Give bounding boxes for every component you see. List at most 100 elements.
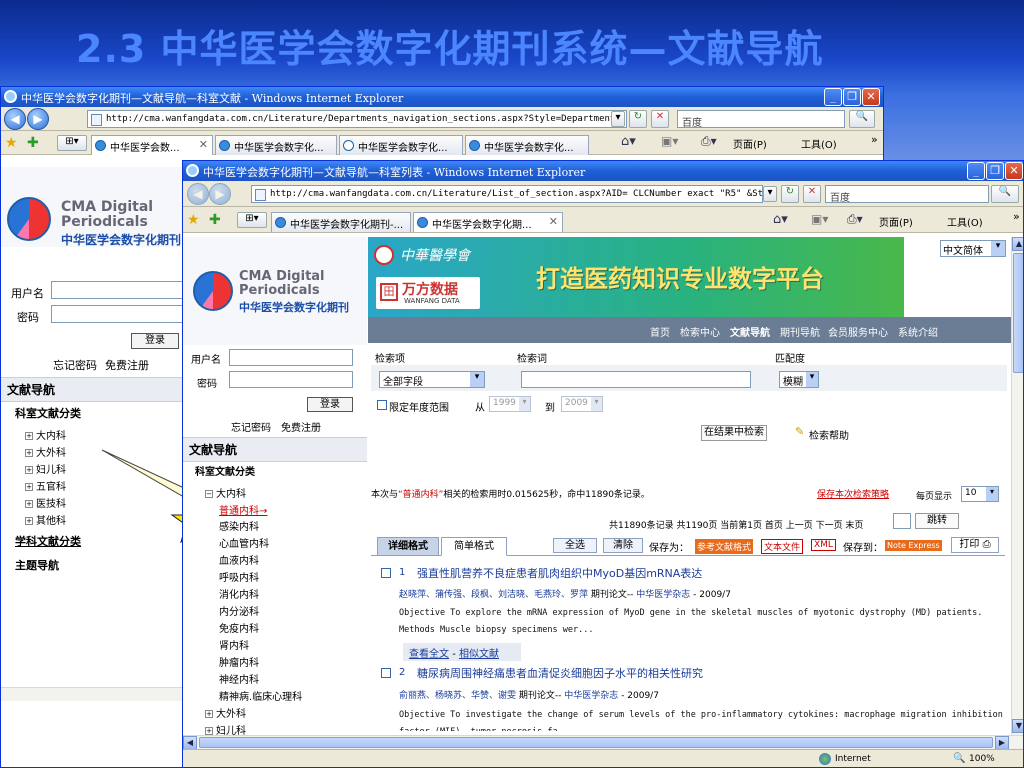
username-input[interactable] [229, 349, 353, 366]
scroll-thumb[interactable] [199, 737, 993, 748]
address-dropdown-button[interactable]: ▾ [611, 111, 625, 127]
close-button[interactable]: ✕ [1005, 162, 1023, 180]
tools-menu[interactable]: 工具(O) [801, 136, 837, 151]
nav-search-center[interactable]: 检索中心 [680, 324, 720, 339]
back-search-box[interactable]: 百度 [677, 110, 845, 129]
tools-menu[interactable]: 工具(O) [947, 214, 983, 229]
tree-item[interactable]: 肿瘤内科 [219, 654, 259, 669]
feeds-icon[interactable]: ▣▾ [811, 212, 828, 226]
front-tab-2[interactable]: 中华医学会数字化期... ✕ [413, 212, 563, 232]
tree-item[interactable]: 心血管内科 [219, 535, 269, 550]
print-button[interactable]: 打印 ⎙ [951, 537, 999, 553]
year-to-select[interactable]: 2009 ▾ [561, 396, 603, 412]
subject-heading[interactable]: 学科文献分类 [15, 533, 81, 549]
tab-list-icon[interactable]: ⊞▾ [237, 212, 267, 228]
tree-item[interactable]: 免疫内科 [219, 620, 259, 635]
tab-simple-format[interactable]: 简单格式 [441, 537, 507, 556]
scroll-left-icon[interactable]: ◀ [183, 736, 197, 750]
tab-list-icon[interactable]: ⊞▾ [57, 135, 87, 151]
dept-heading[interactable]: 科室文献分类 [15, 405, 81, 421]
tree-item[interactable]: 感染内科 [219, 518, 259, 533]
feeds-icon[interactable]: ▣▾ [661, 134, 678, 148]
front-search-box[interactable]: 百度 [825, 185, 989, 204]
maximize-button[interactable]: ❐ [843, 88, 861, 106]
favorites-star-icon[interactable]: ★ [5, 135, 18, 151]
save-strategy-link[interactable]: 保存本次检索策略 [817, 487, 889, 500]
result-title-link[interactable]: 糖尿病周围神经痛患者血清促炎细胞因子水平的相关性研究 [417, 665, 703, 681]
note-express-button[interactable]: Note Express [885, 540, 942, 551]
back-tree-item[interactable]: + 大外科 [25, 444, 66, 459]
back-tab-1[interactable]: 中华医学会数... ✕ [91, 135, 213, 155]
language-select[interactable]: 中文简体 ▾ [940, 240, 1006, 257]
back-window-titlebar[interactable]: 中华医学会数字化期刊—文献导航—科室文献 - Windows Internet … [1, 87, 883, 107]
tree-item[interactable]: 内分泌科 [219, 603, 259, 618]
stop-icon[interactable]: ✕ [651, 110, 669, 128]
back-tree-item[interactable]: + 大内科 [25, 427, 66, 442]
save-ref-format-button[interactable]: 参考文献格式 [695, 539, 754, 554]
scroll-thumb[interactable] [1013, 253, 1023, 373]
page-jump-input[interactable] [893, 513, 911, 529]
search-icon[interactable]: 🔍 [991, 185, 1019, 203]
tree-item[interactable]: 血液内科 [219, 552, 259, 567]
pager[interactable]: 共11890条记录 共1190页 当前第1页 首页 上一页 下一页 末页 [609, 518, 863, 531]
year-range-checkbox[interactable] [377, 400, 387, 410]
back-horizontal-scrollbar[interactable] [1, 687, 185, 701]
tab-detail-format[interactable]: 详细格式 [377, 537, 439, 556]
forgot-password-link[interactable]: 忘记密码 [231, 419, 271, 434]
result-title-link[interactable]: 强直性肌营养不良症患者肌肉组织中MyoD基因mRNA表达 [417, 565, 702, 581]
forgot-password-link[interactable]: 忘记密码 [53, 357, 97, 373]
front-tree-root[interactable]: − 大内科 [205, 485, 246, 500]
horizontal-scrollbar[interactable]: ◀ ▶ [183, 735, 1023, 750]
tree-item[interactable]: 呼吸内科 [219, 569, 259, 584]
stop-icon[interactable]: ✕ [803, 185, 821, 203]
back-tab-3[interactable]: 中华医学会数字化... [339, 135, 463, 155]
nav-journals[interactable]: 期刊导航 [780, 324, 820, 339]
nav-literature[interactable]: 文献导航 [730, 324, 770, 339]
match-select[interactable]: 模糊 ▾ [779, 371, 819, 388]
dept-heading[interactable]: 科室文献分类 [195, 463, 255, 478]
scroll-right-icon[interactable]: ▶ [995, 736, 1009, 750]
page-menu[interactable]: 页面(P) [879, 214, 913, 229]
result-checkbox[interactable] [381, 668, 391, 678]
clear-button[interactable]: 清除 [603, 538, 643, 553]
username-input[interactable] [51, 281, 185, 299]
back-tree-item[interactable]: + 五官科 [25, 478, 66, 493]
field-select[interactable]: 全部字段 ▾ [379, 371, 485, 388]
select-all-button[interactable]: 全选 [553, 538, 597, 553]
save-text-file-button[interactable]: 文本文件 [761, 539, 804, 554]
help-icon[interactable]: ✎ [795, 425, 804, 438]
year-from-select[interactable]: 1999 ▾ [489, 396, 531, 412]
save-xml-button[interactable]: XML [811, 539, 836, 551]
home-icon[interactable]: ⌂▾ [773, 212, 788, 227]
back-arrow-icon[interactable]: ◀ [187, 183, 209, 205]
back-tree-item[interactable]: + 医技科 [25, 495, 66, 510]
login-button[interactable]: 登录 [307, 397, 353, 412]
tree-item[interactable]: 精神病.临床心理科 [219, 688, 302, 703]
nav-about[interactable]: 系统介绍 [898, 324, 938, 339]
similar-docs-link[interactable]: 相似文献 [459, 649, 499, 660]
back-tree-item[interactable]: + 其他科 [25, 512, 66, 527]
favorites-star-icon[interactable]: ★ [187, 212, 200, 228]
maximize-button[interactable]: ❐ [986, 162, 1004, 180]
print-icon[interactable]: ⎙▾ [847, 212, 863, 227]
print-icon[interactable]: ⎙▾ [701, 134, 717, 149]
add-favorites-icon[interactable]: ✚ [209, 212, 221, 228]
nav-home[interactable]: 首页 [650, 324, 670, 339]
register-link[interactable]: 免费注册 [281, 419, 321, 434]
search-icon[interactable]: 🔍 [849, 110, 875, 128]
back-tab-4[interactable]: 中华医学会数字化... [465, 135, 589, 155]
jump-button[interactable]: 跳转 [915, 513, 959, 529]
tree-item-selected[interactable]: 普通内科→ [219, 502, 267, 517]
vertical-scrollbar[interactable]: ▲ ▼ [1011, 237, 1023, 735]
back-address-bar[interactable]: http://cma.wanfangdata.com.cn/Literature… [87, 110, 627, 128]
forward-arrow-icon[interactable]: ▶ [209, 183, 231, 205]
forward-arrow-icon[interactable]: ▶ [27, 108, 49, 130]
password-input[interactable] [229, 371, 353, 388]
more-chevron-icon[interactable]: » [871, 133, 878, 146]
tree-item[interactable]: 消化内科 [219, 586, 259, 601]
back-arrow-icon[interactable]: ◀ [4, 108, 26, 130]
scroll-down-icon[interactable]: ▼ [1012, 719, 1023, 733]
front-window-titlebar[interactable]: 中华医学会数字化期刊—文献导航—科室列表 - Windows Internet … [183, 161, 1023, 181]
close-tab-icon[interactable]: ✕ [199, 138, 208, 151]
search-help-link[interactable]: 检索帮助 [809, 427, 849, 442]
